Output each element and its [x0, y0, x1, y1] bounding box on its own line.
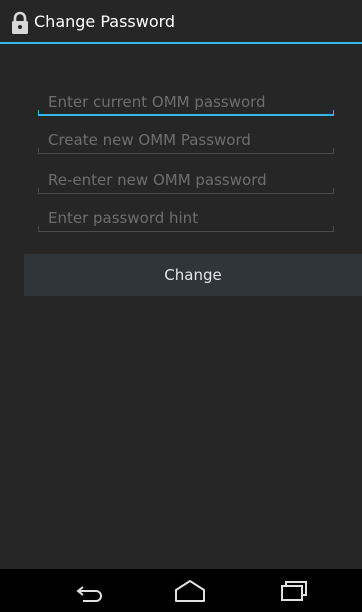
- change-password-dialog: Change Password Change: [0, 0, 362, 569]
- new-password-underline: [38, 148, 334, 154]
- password-hint-input[interactable]: [38, 200, 334, 232]
- navigation-bar: [0, 569, 362, 612]
- dialog-title: Change Password: [34, 12, 176, 31]
- back-icon: [60, 577, 120, 605]
- password-hint-underline: [38, 226, 334, 232]
- confirm-password-field-container: [38, 162, 334, 194]
- lock-icon: [10, 11, 30, 35]
- home-button[interactable]: [160, 577, 220, 605]
- change-button[interactable]: Change: [24, 254, 362, 296]
- back-button[interactable]: [60, 577, 120, 605]
- confirm-password-input[interactable]: [38, 162, 334, 194]
- current-password-input[interactable]: [38, 84, 334, 116]
- new-password-input[interactable]: [38, 122, 334, 154]
- home-icon: [160, 577, 220, 605]
- new-password-field-container: [38, 122, 334, 154]
- current-password-underline: [38, 110, 334, 116]
- recent-apps-button[interactable]: [264, 577, 324, 605]
- title-bar: Change Password: [0, 0, 362, 44]
- confirm-password-underline: [38, 188, 334, 194]
- current-password-field-container: [38, 84, 334, 116]
- recent-apps-icon: [264, 577, 324, 605]
- password-hint-field-container: [38, 200, 334, 232]
